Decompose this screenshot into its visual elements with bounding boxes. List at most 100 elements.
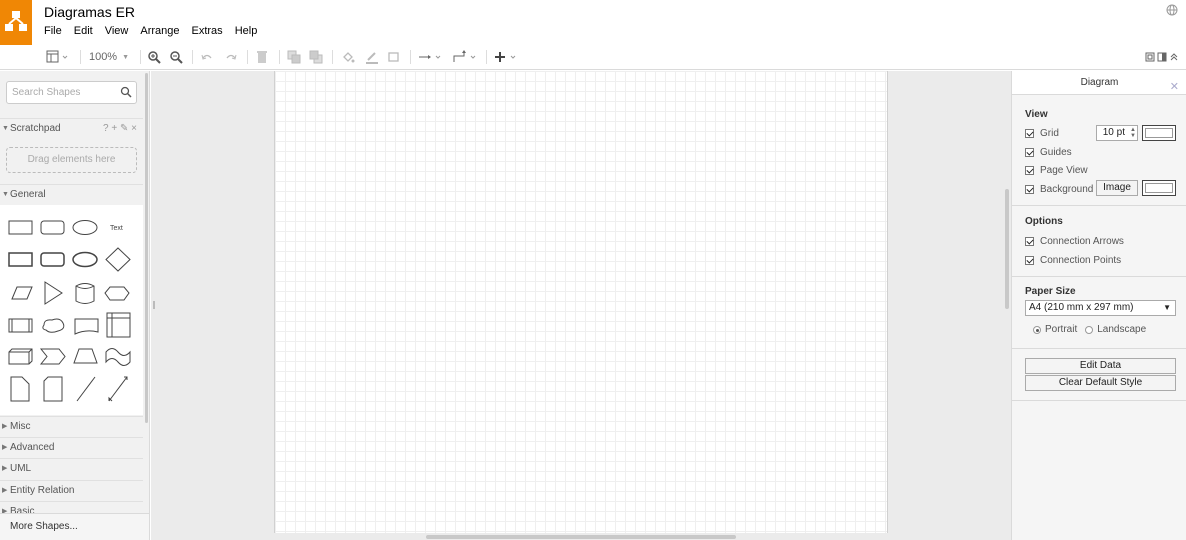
cube-shape[interactable] bbox=[8, 348, 33, 365]
diamond-shape[interactable] bbox=[105, 247, 131, 272]
delete-icon[interactable] bbox=[254, 48, 270, 66]
clear-default-style-button[interactable]: Clear Default Style bbox=[1025, 375, 1176, 391]
page-view-option[interactable]: Page View bbox=[1025, 165, 1088, 176]
rectangle-bold-shape[interactable] bbox=[8, 252, 33, 267]
zoom-dropdown[interactable]: 100% ▼ bbox=[86, 48, 132, 66]
arrow-shape[interactable] bbox=[108, 376, 128, 402]
connection-arrows-checkbox[interactable] bbox=[1025, 237, 1034, 246]
menu-help[interactable]: Help bbox=[229, 25, 264, 37]
grid-checkbox[interactable] bbox=[1025, 129, 1034, 138]
format-panel: Diagram ✕ View Grid 10 pt ▲ ▼ Guides Page… bbox=[1011, 71, 1186, 540]
fill-color-icon[interactable] bbox=[340, 48, 356, 66]
to-back-icon[interactable] bbox=[308, 48, 324, 66]
sidebar-section-uml[interactable]: ▶ UML bbox=[0, 458, 143, 478]
sidebar-splitter[interactable] bbox=[153, 301, 155, 309]
grid-size-value: 10 pt bbox=[1102, 127, 1125, 138]
vertical-scrollbar[interactable] bbox=[1005, 189, 1009, 309]
zoom-out-icon[interactable] bbox=[168, 48, 184, 66]
toolbar: 100% ▼ bbox=[0, 45, 1186, 70]
menu-bar: File Edit View Arrange Extras Help bbox=[38, 25, 263, 37]
sidebar-scrollbar[interactable] bbox=[145, 73, 148, 423]
page-view-checkbox[interactable] bbox=[1025, 166, 1034, 175]
menu-extras[interactable]: Extras bbox=[186, 25, 229, 37]
menu-edit[interactable]: Edit bbox=[68, 25, 99, 37]
document-shape[interactable] bbox=[74, 318, 99, 335]
guides-checkbox[interactable] bbox=[1025, 148, 1034, 157]
redo-icon[interactable] bbox=[223, 48, 239, 66]
tape-shape[interactable] bbox=[105, 348, 131, 366]
connection-points-checkbox[interactable] bbox=[1025, 256, 1034, 265]
grid-color-picker[interactable] bbox=[1142, 125, 1176, 141]
background-checkbox[interactable] bbox=[1025, 185, 1034, 194]
parallelogram-shape[interactable] bbox=[11, 286, 33, 300]
format-panel-icon[interactable] bbox=[1156, 48, 1168, 66]
connection-points-option[interactable]: Connection Points bbox=[1025, 255, 1121, 266]
background-option[interactable]: Background bbox=[1025, 184, 1093, 195]
hexagon-shape[interactable] bbox=[104, 286, 130, 301]
internal-storage-shape[interactable] bbox=[106, 312, 131, 338]
cloud-shape[interactable] bbox=[42, 318, 65, 333]
portrait-radio[interactable] bbox=[1033, 325, 1041, 334]
menu-arrange[interactable]: Arrange bbox=[134, 25, 185, 37]
menu-file[interactable]: File bbox=[38, 25, 68, 37]
rounded-rectangle-bold-shape[interactable] bbox=[40, 252, 65, 267]
search-shapes-input[interactable]: Search Shapes bbox=[6, 81, 137, 104]
globe-icon[interactable] bbox=[1166, 4, 1178, 19]
shapes-sidebar: Search Shapes ▼ Scratchpad ? + ✎ × Drag … bbox=[0, 71, 150, 540]
insert-icon[interactable] bbox=[492, 48, 520, 66]
card-shape[interactable] bbox=[43, 376, 63, 402]
trapezoid-shape[interactable] bbox=[73, 348, 98, 364]
horizontal-scrollbar[interactable] bbox=[426, 535, 736, 539]
ellipse-shape[interactable] bbox=[72, 220, 98, 235]
paper-size-select[interactable]: A4 (210 mm x 297 mm) ▼ bbox=[1025, 300, 1176, 316]
connection-icon[interactable] bbox=[416, 48, 444, 66]
tab-diagram[interactable]: Diagram ✕ bbox=[1012, 71, 1186, 95]
text-shape[interactable]: Text bbox=[110, 225, 123, 232]
paper-size-section-title: Paper Size bbox=[1025, 286, 1076, 297]
sidebar-section-advanced[interactable]: ▶ Advanced bbox=[0, 437, 143, 457]
landscape-radio[interactable] bbox=[1085, 325, 1094, 334]
sidebar-section-misc[interactable]: ▶ Misc bbox=[0, 416, 143, 436]
fullscreen-icon[interactable] bbox=[1144, 48, 1156, 66]
undo-icon[interactable] bbox=[199, 48, 215, 66]
diagram-title[interactable]: Diagramas ER bbox=[44, 4, 135, 20]
advanced-label: Advanced bbox=[10, 442, 55, 453]
grid-option[interactable]: Grid bbox=[1025, 128, 1059, 139]
background-color-picker[interactable] bbox=[1142, 180, 1176, 196]
waypoints-icon[interactable] bbox=[451, 48, 479, 66]
background-image-button[interactable]: Image bbox=[1096, 180, 1138, 196]
zoom-in-icon[interactable] bbox=[146, 48, 162, 66]
sidebar-section-entity-relation[interactable]: ▶ Entity Relation bbox=[0, 480, 143, 500]
scratchpad-label: Scratchpad bbox=[10, 123, 61, 134]
shadow-icon[interactable] bbox=[386, 48, 402, 66]
to-front-icon[interactable] bbox=[286, 48, 302, 66]
close-icon[interactable]: ✕ bbox=[1170, 76, 1179, 99]
diagram-page[interactable] bbox=[274, 71, 888, 533]
scratchpad-header[interactable]: ▼ Scratchpad ? + ✎ × bbox=[0, 118, 143, 138]
step-shape[interactable] bbox=[39, 348, 66, 365]
scratchpad-drop-area[interactable]: Drag elements here bbox=[6, 147, 137, 173]
rectangle-shape[interactable] bbox=[8, 220, 33, 235]
scratchpad-tools[interactable]: ? + ✎ × bbox=[103, 119, 137, 139]
grid-size-input[interactable]: 10 pt ▲ ▼ bbox=[1096, 125, 1138, 141]
diagram-canvas[interactable] bbox=[151, 71, 1011, 540]
triangle-shape[interactable] bbox=[44, 281, 63, 305]
collapse-icon[interactable] bbox=[1168, 48, 1180, 66]
page-view-icon[interactable] bbox=[44, 48, 72, 66]
search-placeholder: Search Shapes bbox=[12, 87, 81, 98]
ellipse-bold-shape[interactable] bbox=[72, 251, 98, 268]
search-icon[interactable] bbox=[120, 86, 132, 101]
spinner-icon[interactable]: ▲ ▼ bbox=[1130, 127, 1136, 139]
guides-option[interactable]: Guides bbox=[1025, 147, 1072, 158]
note-shape[interactable] bbox=[10, 376, 30, 402]
menu-view[interactable]: View bbox=[99, 25, 135, 37]
line-shape[interactable] bbox=[76, 376, 96, 402]
rounded-rectangle-shape[interactable] bbox=[40, 220, 65, 235]
general-header[interactable]: ▼ General bbox=[0, 184, 143, 204]
chevron-down-icon: ▼ bbox=[1163, 303, 1171, 312]
connection-arrows-option[interactable]: Connection Arrows bbox=[1025, 236, 1124, 247]
more-shapes-button[interactable]: More Shapes... bbox=[0, 513, 149, 540]
edit-data-button[interactable]: Edit Data bbox=[1025, 358, 1176, 374]
cylinder-shape[interactable] bbox=[75, 283, 95, 304]
line-color-icon[interactable] bbox=[364, 48, 380, 66]
